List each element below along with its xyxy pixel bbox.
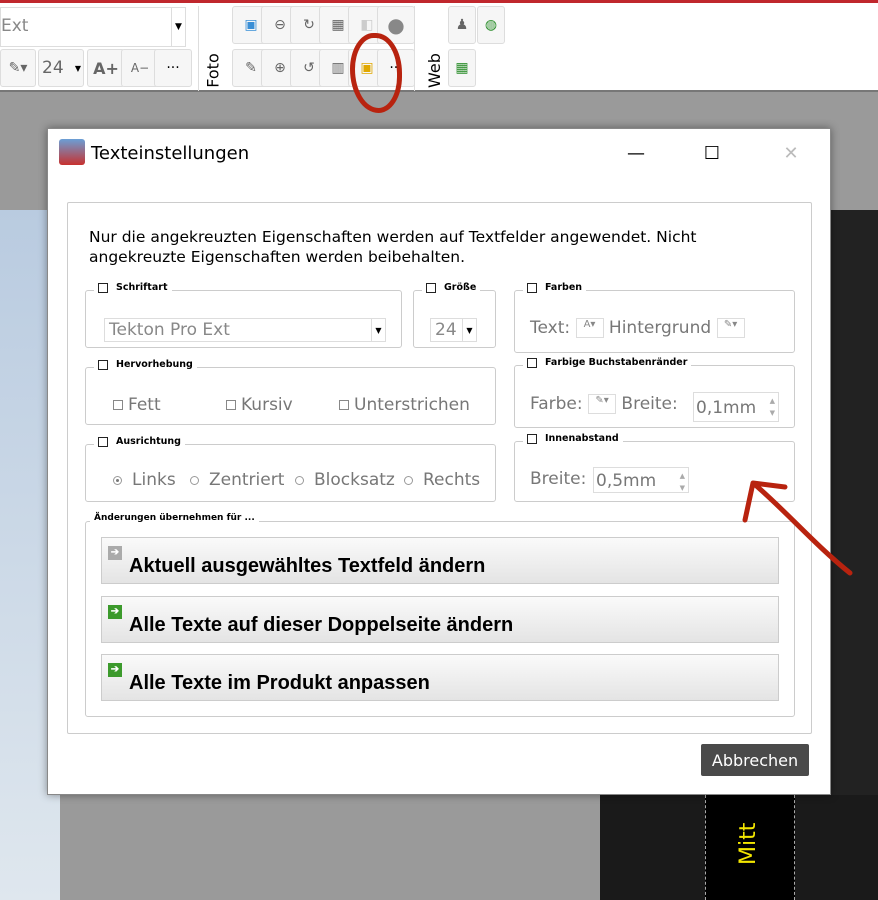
annotation-arrow — [742, 480, 853, 576]
annotation-circle — [350, 33, 402, 113]
text-settings-dialog: Texteinstellungen — ☐ ✕ Nur die angekreu… — [47, 128, 831, 795]
color-picker-button[interactable]: ✎▾ — [0, 49, 36, 87]
web-grid-icon[interactable]: ▦ — [448, 49, 476, 87]
maximize-button[interactable]: ☐ — [689, 137, 735, 169]
apply-group: Änderungen übernehmen für ... ➔ Aktuell a… — [85, 513, 795, 717]
buchstabenraender-checkbox[interactable] — [527, 357, 537, 368]
chevron-down-icon: ▼ — [462, 319, 476, 341]
minimize-button[interactable]: — — [613, 137, 659, 169]
font-select[interactable]: Ext ▼ — [0, 7, 186, 47]
dialog-title: Texteinstellungen — [91, 143, 250, 164]
hervorhebung-checkbox[interactable] — [98, 359, 108, 370]
schriftart-checkbox[interactable] — [98, 282, 108, 293]
cancel-button[interactable]: Abbrechen — [701, 744, 809, 776]
globe-icon[interactable]: ◍ — [477, 6, 505, 44]
grow-font-button[interactable]: A+ — [87, 49, 125, 87]
web-person-icon[interactable]: ♟ — [448, 6, 476, 44]
group-ausrichtung: Ausrichtung Links Zentriert Blocksatz Re… — [85, 436, 496, 502]
innenabstand-checkbox[interactable] — [527, 433, 537, 444]
group-groesse: Größe 24 ▼ — [413, 282, 496, 348]
foto-label: Foto — [203, 53, 223, 88]
arrow-right-icon: ➔ — [108, 605, 122, 619]
text-more-button[interactable]: ··· — [154, 49, 192, 87]
dialog-titlebar: Texteinstellungen — ☐ ✕ — [48, 129, 830, 179]
close-button[interactable]: ✕ — [768, 137, 814, 169]
italic-option[interactable]: Kursiv — [226, 395, 293, 415]
bold-option[interactable]: Fett — [113, 395, 161, 415]
align-center-radio[interactable]: Zentriert — [190, 470, 284, 490]
web-label: Web — [424, 53, 444, 88]
chevron-down-icon: ▼ — [74, 63, 81, 73]
outline-width-spinner[interactable]: 0,1mm ▲ ▼ — [693, 392, 779, 422]
group-schriftart: Schriftart Tekton Pro Ext ▼ — [85, 282, 402, 348]
chevron-down-icon: ▼ — [371, 319, 385, 341]
text-color-picker[interactable]: A▾ — [575, 318, 604, 338]
outline-color-picker[interactable]: ✎▾ — [588, 394, 617, 414]
padding-width-spinner[interactable]: 0,5mm ▲ ▼ — [593, 467, 689, 493]
apply-spread-button[interactable]: ➔ Alle Texte auf dieser Doppelseite änder… — [101, 596, 779, 643]
background-color-picker[interactable]: ✎▾ — [716, 318, 745, 338]
divider — [198, 6, 199, 91]
align-justify-radio[interactable]: Blocksatz — [295, 470, 395, 490]
group-hervorhebung: Hervorhebung Fett Kursiv Unterstrichen — [85, 359, 496, 425]
group-farben: Farben Text: A▾ Hintergrund ✎▾ — [514, 282, 795, 353]
intro-text: Nur die angekreuzten Eigenschaften werde… — [89, 228, 697, 266]
app-icon — [59, 139, 85, 165]
align-left-radio[interactable]: Links — [113, 470, 176, 490]
font-size-select[interactable]: 24 ▼ — [38, 49, 84, 87]
toolbar: Ext ▼ ✎▾ 24 ▼ A+ A− ··· Foto ▣ ⊖ ↻ ▦ ◧ ● ✎… — [0, 0, 878, 92]
apply-product-button[interactable]: ➔ Alle Texte im Produkt anpassen — [101, 654, 779, 701]
arrow-right-icon: ➔ — [108, 546, 122, 560]
divider — [414, 6, 415, 91]
arrow-right-icon: ➔ — [108, 663, 122, 677]
canvas-band: Mitt — [705, 795, 795, 900]
chevron-down-icon: ▼ — [171, 8, 185, 46]
settings-panel: Nur die angekreuzten Eigenschaften werde… — [67, 202, 812, 734]
farben-checkbox[interactable] — [527, 282, 537, 293]
size-select[interactable]: 24 ▼ — [430, 318, 477, 342]
font-select[interactable]: Tekton Pro Ext ▼ — [104, 318, 386, 342]
ausrichtung-checkbox[interactable] — [98, 436, 108, 447]
align-right-radio[interactable]: Rechts — [404, 470, 480, 490]
underline-option[interactable]: Unterstrichen — [339, 395, 470, 415]
group-buchstabenraender: Farbige Buchstabenränder Farbe: ✎▾ Breit… — [514, 357, 795, 428]
groesse-checkbox[interactable] — [426, 282, 436, 293]
apply-selected-button[interactable]: ➔ Aktuell ausgewähltes Textfeld ändern — [101, 537, 779, 584]
